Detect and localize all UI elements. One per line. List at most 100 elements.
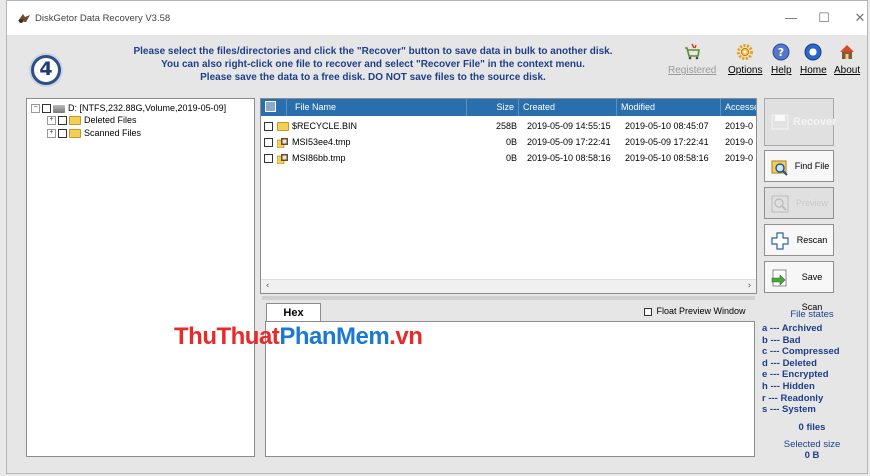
tree-item-label: Scanned Files — [84, 128, 142, 138]
file-states-header: File states — [790, 309, 834, 320]
state-deleted: d --- Deleted — [762, 357, 817, 369]
registered-link[interactable]: Registered — [668, 43, 716, 76]
find-file-button[interactable]: Find File — [764, 150, 834, 182]
table-row[interactable]: MSI53ee4.tmp 0B 2019-05-09 17:22:41 2019… — [261, 134, 756, 150]
step-indicator: 4 — [31, 55, 61, 85]
close-button[interactable]: ✕ — [846, 9, 870, 29]
directory-tree[interactable]: − D: [NTFS,232.88G,Volume,2019-05-09] + De… — [26, 98, 255, 457]
file-created: 2019-05-09 17:22:41 — [527, 137, 611, 147]
about-link[interactable]: About — [834, 43, 860, 76]
row-checkbox[interactable] — [264, 122, 273, 132]
save-scan-icon — [771, 269, 787, 287]
panel-splitter[interactable] — [262, 296, 755, 300]
svg-text:?: ? — [778, 46, 784, 59]
tree-item-deleted-files[interactable]: + Deleted Files — [47, 114, 137, 127]
state-hidden: h --- Hidden — [762, 380, 815, 392]
scroll-right-icon[interactable]: › — [743, 280, 756, 293]
horizontal-scrollbar[interactable]: ‹ › — [261, 279, 756, 293]
tree-checkbox[interactable] — [58, 116, 67, 126]
float-preview-toggle[interactable]: Float Preview Window — [644, 306, 746, 316]
tree-checkbox[interactable] — [58, 129, 67, 139]
file-size: 0B — [505, 153, 517, 163]
select-all-checkbox[interactable] — [265, 101, 276, 113]
state-bad: b --- Bad — [762, 334, 801, 346]
state-system: s --- System — [762, 404, 816, 416]
recover-button[interactable]: Recover — [764, 98, 836, 146]
files-count: 0 files — [798, 421, 826, 433]
house-icon — [840, 45, 855, 59]
column-header-modified[interactable]: Modified — [617, 99, 721, 116]
collapse-icon[interactable]: − — [31, 104, 40, 114]
drive-icon — [53, 104, 65, 113]
file-modified: 2019-05-10 08:58:16 — [625, 153, 709, 163]
file-created: 2019-05-10 08:58:16 — [527, 153, 611, 163]
file-list-header: File Name Size Created Modified Accesse — [261, 99, 756, 116]
expand-icon[interactable]: + — [47, 129, 56, 139]
state-readonly: r --- Readonly — [762, 392, 824, 404]
help-label: Help — [771, 65, 792, 76]
column-header-accessed[interactable]: Accesse — [721, 99, 756, 116]
rescan-button[interactable]: Rescan — [764, 224, 834, 256]
home-link[interactable]: Home — [800, 43, 827, 76]
app-logo-icon — [18, 14, 30, 23]
table-row[interactable]: MSI86bb.tmp 0B 2019-05-10 08:58:16 2019-… — [261, 150, 756, 166]
column-header-size[interactable]: Size — [467, 99, 519, 116]
site-watermark: ThuThuatPhanMem.vn — [174, 323, 423, 351]
file-name: MSI86bb.tmp — [292, 153, 346, 163]
instructions: Please select the files/directories and … — [83, 45, 663, 84]
column-header-name[interactable]: File Name — [287, 99, 467, 116]
rescan-label: Rescan — [796, 235, 828, 245]
file-accessed: 2019-0 — [725, 121, 754, 131]
file-created: 2019-05-09 14:55:15 — [527, 121, 611, 131]
scroll-left-icon[interactable]: ‹ — [261, 280, 274, 293]
help-icon: ? — [772, 43, 790, 61]
selected-size-value: 0 B — [804, 449, 820, 461]
file-modified: 2019-05-10 08:45:07 — [625, 121, 709, 131]
recover-disk-icon — [771, 114, 789, 130]
find-file-icon — [771, 160, 788, 176]
help-link[interactable]: ? Help — [771, 43, 792, 76]
tree-checkbox[interactable] — [42, 104, 51, 114]
file-accessed: 2019-0 — [725, 137, 754, 147]
preview-icon — [771, 195, 789, 213]
tree-item-scanned-files[interactable]: + Scanned Files — [47, 127, 141, 140]
file-name: MSI53ee4.tmp — [292, 137, 351, 147]
tree-item-label: Deleted Files — [84, 115, 137, 125]
float-preview-label: Float Preview Window — [656, 306, 746, 316]
watermark-part1: ThuThuat — [174, 323, 280, 350]
window-title: DiskGetor Data Recovery V3.58 — [35, 13, 171, 24]
folder-icon — [277, 122, 289, 132]
msi-file-icon — [277, 153, 288, 164]
state-archived: a --- Archived — [762, 323, 823, 334]
folder-icon — [69, 129, 81, 139]
row-checkbox[interactable] — [264, 154, 273, 164]
instruction-line: Please save the data to a free disk. DO … — [200, 72, 546, 83]
tree-root-label: D: [NTFS,232.88G,Volume,2019-05-09] — [68, 103, 227, 113]
cart-icon — [685, 43, 701, 60]
file-size: 258B — [495, 121, 517, 131]
float-preview-checkbox[interactable] — [644, 307, 652, 316]
find-file-label: Find File — [794, 161, 830, 171]
title-bar: DiskGetor Data Recovery V3.58 — ☐ ✕ — [7, 1, 867, 35]
watermark-part3: .vn — [389, 323, 423, 350]
file-list[interactable]: File Name Size Created Modified Accesse … — [260, 98, 757, 294]
table-row[interactable]: $RECYCLE.BIN 258B 2019-05-09 14:55:15 20… — [261, 118, 756, 134]
selected-size-label: Selected size — [783, 438, 841, 450]
home-icon — [804, 43, 822, 61]
options-link[interactable]: Options — [728, 43, 762, 76]
file-accessed: 2019-0 — [725, 153, 754, 163]
expand-icon[interactable]: + — [47, 116, 56, 126]
minimize-button[interactable]: — — [777, 9, 805, 29]
watermark-part2: PhanMem — [279, 323, 390, 350]
tab-hex[interactable]: Hex — [266, 303, 321, 322]
instruction-line: Please select the files/directories and … — [133, 46, 613, 57]
save-scan-button[interactable]: Save Scan — [764, 261, 834, 312]
state-compressed: c --- Compressed — [762, 346, 840, 358]
gear-icon — [737, 44, 754, 60]
preview-file-button[interactable]: Preview File — [764, 187, 834, 238]
maximize-button[interactable]: ☐ — [810, 9, 838, 29]
row-checkbox[interactable] — [264, 138, 273, 148]
select-all-column[interactable] — [261, 99, 287, 116]
column-header-created[interactable]: Created — [519, 99, 617, 116]
file-states-legend: File states a --- Archived b --- Bad c -… — [762, 309, 862, 461]
